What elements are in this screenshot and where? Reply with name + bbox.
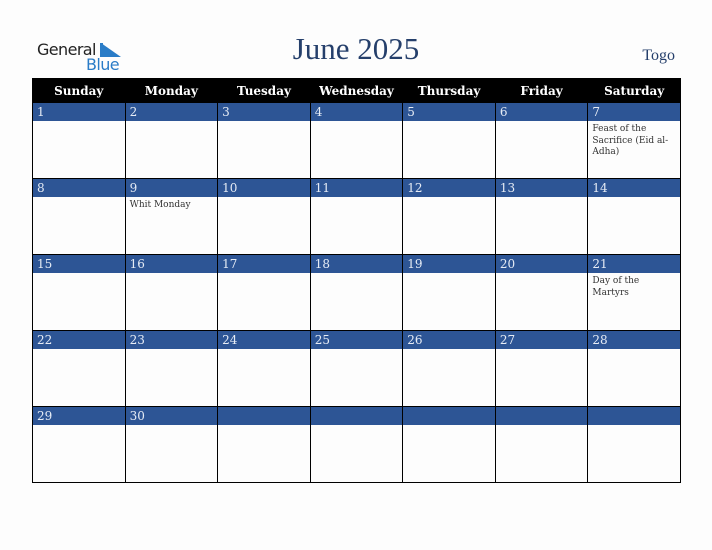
- day-number: 12: [403, 179, 495, 197]
- holiday-event: Day of the Martyrs: [592, 276, 640, 298]
- day-number: 1: [33, 103, 125, 121]
- day-number: 17: [218, 255, 310, 273]
- day-cell[interactable]: 24: [217, 330, 311, 407]
- week-row: 1 2 3 4 5 6 7 Feast of the Sacrifice (Eid al-Ad…: [32, 102, 681, 179]
- day-number: 3: [218, 103, 310, 121]
- day-cell[interactable]: [309, 406, 404, 483]
- day-cell[interactable]: 28: [587, 330, 681, 407]
- day-number: [588, 407, 680, 425]
- weekday-header: Wednesday: [309, 78, 404, 103]
- weekday-header: Friday: [494, 78, 589, 103]
- weekday-header: Thursday: [402, 78, 496, 103]
- day-cell[interactable]: 26: [402, 330, 496, 407]
- weekday-header: Tuesday: [217, 78, 311, 103]
- day-number: 24: [218, 331, 310, 349]
- day-number: 10: [218, 179, 310, 197]
- day-number: 23: [125, 331, 218, 349]
- day-number: 5: [403, 103, 495, 121]
- day-number: 8: [33, 179, 125, 197]
- day-number: 4: [310, 103, 403, 121]
- day-cell[interactable]: 27: [494, 330, 589, 407]
- day-number: 13: [495, 179, 588, 197]
- day-number: [218, 407, 310, 425]
- day-number: 26: [403, 331, 495, 349]
- day-number: 16: [125, 255, 218, 273]
- day-cell[interactable]: [402, 406, 496, 483]
- day-number: [310, 407, 403, 425]
- day-number: 11: [310, 179, 403, 197]
- weekday-header-row: Sunday Monday Tuesday Wednesday Thursday…: [32, 78, 681, 103]
- day-cell[interactable]: 30: [124, 406, 219, 483]
- week-row: 8 9 Whit Monday 10 11 12 13 14: [32, 178, 681, 255]
- day-number: 2: [125, 103, 218, 121]
- day-number: 18: [310, 255, 403, 273]
- day-cell[interactable]: 18: [309, 254, 404, 331]
- day-cell[interactable]: 14: [587, 178, 681, 255]
- day-cell[interactable]: 4: [309, 102, 404, 179]
- day-cell[interactable]: 15: [32, 254, 126, 331]
- day-number: 9: [125, 179, 218, 197]
- day-cell[interactable]: 12: [402, 178, 496, 255]
- day-cell[interactable]: [494, 406, 589, 483]
- day-cell[interactable]: 11: [309, 178, 404, 255]
- day-number: 22: [33, 331, 125, 349]
- day-cell[interactable]: 16: [124, 254, 219, 331]
- day-cell[interactable]: 2: [124, 102, 219, 179]
- day-number: [495, 407, 588, 425]
- week-row: 15 16 17 18 19 20 21 Day of the Martyrs: [32, 254, 681, 331]
- day-number: 25: [310, 331, 403, 349]
- day-cell[interactable]: [217, 406, 311, 483]
- day-cell[interactable]: 17: [217, 254, 311, 331]
- day-cell[interactable]: 29: [32, 406, 126, 483]
- week-row: 22 23 24 25 26 27 28: [32, 330, 681, 407]
- weekday-header: Monday: [124, 78, 219, 103]
- day-cell[interactable]: 19: [402, 254, 496, 331]
- holiday-event: Feast of the Sacrifice (Eid al-Adha): [592, 124, 669, 157]
- day-cell[interactable]: 22: [32, 330, 126, 407]
- day-cell[interactable]: 3: [217, 102, 311, 179]
- day-number: [403, 407, 495, 425]
- day-number: 6: [495, 103, 588, 121]
- day-number: 14: [588, 179, 680, 197]
- day-number: 29: [33, 407, 125, 425]
- day-number: 27: [495, 331, 588, 349]
- weekday-header: Saturday: [587, 78, 681, 103]
- day-number: 28: [588, 331, 680, 349]
- day-cell[interactable]: 6: [494, 102, 589, 179]
- calendar-title: June 2025: [292, 31, 420, 66]
- day-cell[interactable]: 5: [402, 102, 496, 179]
- day-cell[interactable]: 10: [217, 178, 311, 255]
- day-number: 15: [33, 255, 125, 273]
- holiday-event: Whit Monday: [129, 200, 191, 210]
- day-number: 19: [403, 255, 495, 273]
- calendar-grid: Sunday Monday Tuesday Wednesday Thursday…: [32, 78, 681, 483]
- day-cell[interactable]: 9 Whit Monday: [124, 178, 219, 255]
- day-cell[interactable]: 21 Day of the Martyrs: [587, 254, 681, 331]
- day-cell[interactable]: [587, 406, 681, 483]
- day-cell[interactable]: 25: [309, 330, 404, 407]
- week-row: 29 30: [32, 406, 681, 483]
- day-number: 7: [588, 103, 680, 121]
- day-cell[interactable]: 23: [124, 330, 219, 407]
- day-number: 30: [125, 407, 218, 425]
- day-cell[interactable]: 13: [494, 178, 589, 255]
- day-number: 21: [588, 255, 680, 273]
- day-cell[interactable]: 8: [32, 178, 126, 255]
- day-number: 20: [495, 255, 588, 273]
- day-cell[interactable]: 7 Feast of the Sacrifice (Eid al-Adha): [587, 102, 681, 179]
- weekday-header: Sunday: [32, 78, 126, 103]
- day-cell[interactable]: 1: [32, 102, 126, 179]
- country-label: Togo: [642, 47, 675, 64]
- day-cell[interactable]: 20: [494, 254, 589, 331]
